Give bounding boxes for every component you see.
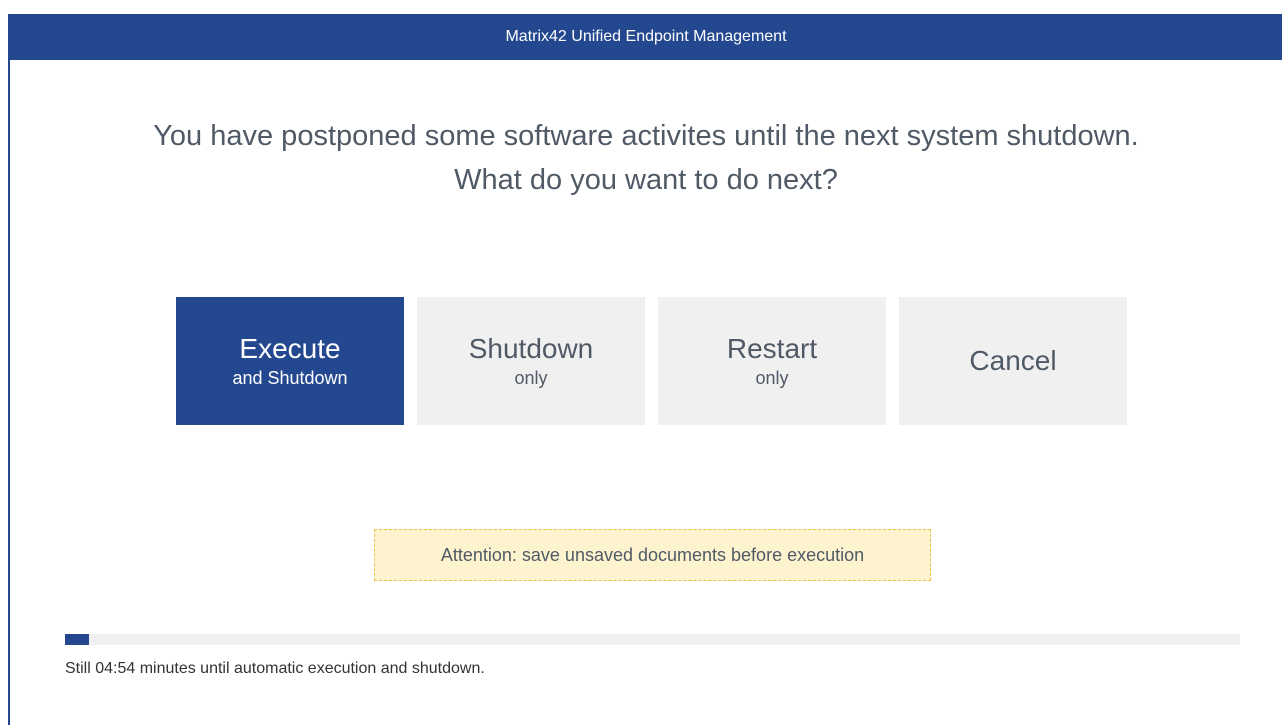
execute-button-sublabel: and Shutdown [232, 368, 348, 388]
attention-notice: Attention: save unsaved documents before… [374, 529, 931, 581]
restart-only-button[interactable]: Restart only [658, 297, 886, 425]
cancel-button[interactable]: Cancel [899, 297, 1127, 425]
restart-button-label: Restart [726, 333, 818, 364]
headline: You have postponed some software activit… [10, 114, 1282, 202]
shutdown-only-button[interactable]: Shutdown only [417, 297, 645, 425]
countdown-progress-fill [65, 634, 89, 645]
window-title: Matrix42 Unified Endpoint Management [10, 14, 1282, 60]
restart-button-sublabel: only [755, 368, 789, 388]
execute-and-shutdown-button[interactable]: Execute and Shutdown [176, 297, 404, 425]
countdown-progress-bar [65, 634, 1240, 645]
dialog-window: Matrix42 Unified Endpoint Management You… [8, 14, 1282, 725]
shutdown-button-label: Shutdown [468, 333, 594, 364]
shutdown-button-sublabel: only [514, 368, 548, 388]
execute-button-label: Execute [239, 333, 341, 364]
action-buttons: Execute and Shutdown Shutdown only Resta… [176, 297, 1127, 425]
headline-line-2: What do you want to do next? [454, 164, 838, 196]
headline-line-1: You have postponed some software activit… [153, 120, 1139, 152]
countdown-text: Still 04:54 minutes until automatic exec… [65, 660, 485, 677]
cancel-button-label: Cancel [969, 345, 1057, 376]
